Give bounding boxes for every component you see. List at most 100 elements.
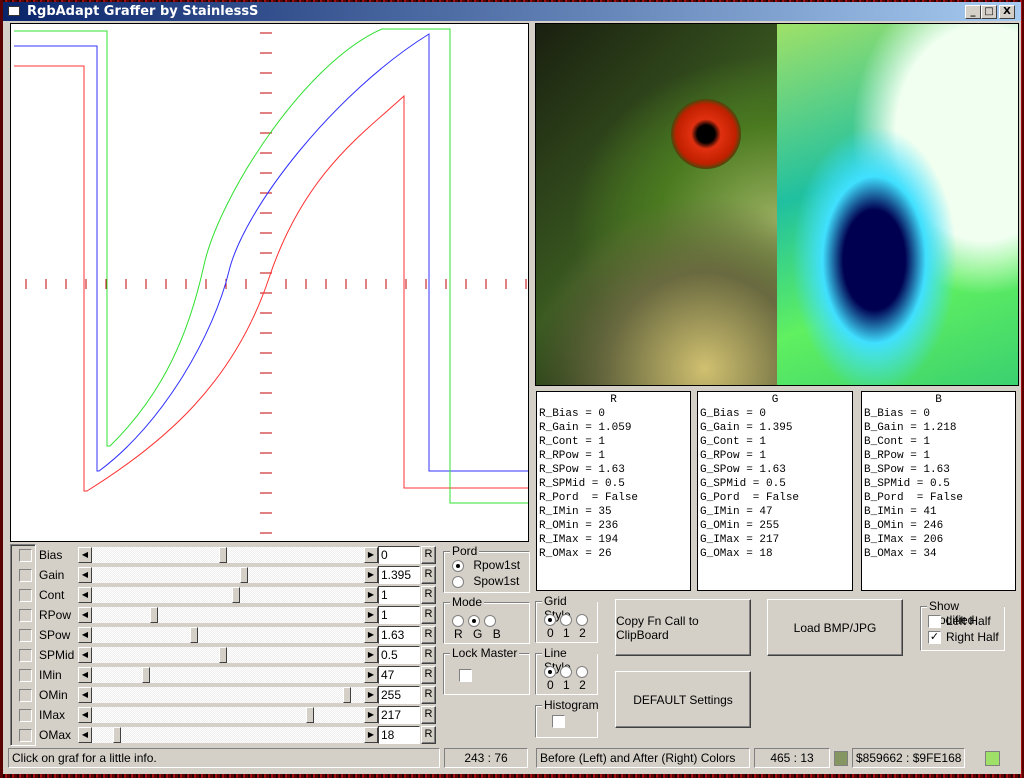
mode-label: G (473, 627, 483, 641)
grid-style-radio-2[interactable] (576, 613, 588, 626)
rpow-slider[interactable]: ◀ ▶ (78, 607, 378, 623)
mode-radio-b[interactable] (484, 614, 496, 627)
scroll-left-arrow-icon[interactable]: ◀ (78, 547, 92, 563)
scroll-left-arrow-icon[interactable]: ◀ (78, 647, 92, 663)
bias-lock-checkbox[interactable] (19, 549, 32, 562)
scroll-right-arrow-icon[interactable]: ▶ (364, 587, 378, 603)
preview-image[interactable] (535, 23, 1019, 386)
imin-lock-checkbox[interactable] (19, 669, 32, 682)
rpow-lock-checkbox[interactable] (19, 609, 32, 622)
omin-lock-checkbox[interactable] (19, 689, 32, 702)
close-button[interactable]: X (999, 5, 1015, 19)
scroll-left-arrow-icon[interactable]: ◀ (78, 627, 92, 643)
cont-slider[interactable]: ◀ ▶ (78, 587, 378, 603)
imax-slider-thumb[interactable] (305, 707, 314, 723)
scroll-left-arrow-icon[interactable]: ◀ (78, 727, 92, 743)
mode-title: Mode (450, 595, 485, 609)
gain-reset-button[interactable]: R (421, 566, 436, 584)
gain-slider-thumb[interactable] (239, 567, 248, 583)
lock-master-checkbox[interactable] (459, 669, 472, 682)
param-line: R_Gain = 1.059 (539, 422, 632, 434)
cont-value-input[interactable]: 1 (378, 586, 420, 604)
spow-value-input[interactable]: 1.63 (378, 626, 420, 644)
bias-value-input[interactable]: 0 (378, 546, 420, 564)
load-image-button[interactable]: Load BMP/JPG (767, 599, 903, 656)
spmid-reset-button[interactable]: R (421, 646, 436, 664)
imax-value-input[interactable]: 217 (378, 706, 420, 724)
imax-lock-checkbox[interactable] (19, 709, 32, 722)
imin-reset-button[interactable]: R (421, 666, 436, 684)
omax-slider-thumb[interactable] (113, 727, 122, 743)
spmid-lock-checkbox[interactable] (19, 649, 32, 662)
pord-radio-spow1st[interactable] (452, 575, 464, 588)
cont-lock-checkbox[interactable] (19, 589, 32, 602)
scroll-right-arrow-icon[interactable]: ▶ (364, 607, 378, 623)
left-half-checkbox[interactable] (928, 615, 941, 628)
spow-slider-thumb[interactable] (189, 627, 198, 643)
scroll-right-arrow-icon[interactable]: ▶ (364, 727, 378, 743)
omin-slider[interactable]: ◀ ▶ (78, 687, 378, 703)
mode-radio-g[interactable] (468, 614, 480, 627)
scroll-left-arrow-icon[interactable]: ◀ (78, 687, 92, 703)
gain-slider[interactable]: ◀ ▶ (78, 567, 378, 583)
right-half-checkbox[interactable]: ✓ (928, 631, 941, 644)
bias-slider-thumb[interactable] (218, 547, 227, 563)
mode-radio-r[interactable] (452, 614, 464, 627)
grid-style-radio-0[interactable] (544, 613, 556, 626)
scroll-left-arrow-icon[interactable]: ◀ (78, 607, 92, 623)
spmid-value-input[interactable]: 0.5 (378, 646, 420, 664)
omax-value-input[interactable]: 18 (378, 726, 420, 744)
scroll-right-arrow-icon[interactable]: ▶ (364, 687, 378, 703)
cont-reset-button[interactable]: R (421, 586, 436, 604)
gain-lock-checkbox[interactable] (19, 569, 32, 582)
scroll-right-arrow-icon[interactable]: ▶ (364, 627, 378, 643)
omax-slider[interactable]: ◀ ▶ (78, 727, 378, 743)
omax-lock-checkbox[interactable] (19, 729, 32, 742)
bias-slider[interactable]: ◀ ▶ (78, 547, 378, 563)
rpow-reset-button[interactable]: R (421, 606, 436, 624)
rpow-slider-thumb[interactable] (150, 607, 159, 623)
omin-value-input[interactable]: 255 (378, 686, 420, 704)
scroll-right-arrow-icon[interactable]: ▶ (364, 647, 378, 663)
gain-value-input[interactable]: 1.395 (378, 566, 420, 584)
spmid-slider-thumb[interactable] (218, 647, 227, 663)
minimize-button[interactable]: _ (965, 5, 981, 19)
imax-reset-button[interactable]: R (421, 706, 436, 724)
scroll-left-arrow-icon[interactable]: ◀ (78, 667, 92, 683)
spow-reset-button[interactable]: R (421, 626, 436, 644)
imax-slider[interactable]: ◀ ▶ (78, 707, 378, 723)
scroll-left-arrow-icon[interactable]: ◀ (78, 567, 92, 583)
imin-slider[interactable]: ◀ ▶ (78, 667, 378, 683)
scroll-left-arrow-icon[interactable]: ◀ (78, 707, 92, 723)
param-line: B_Gain = 1.218 (864, 422, 957, 434)
omax-reset-button[interactable]: R (421, 726, 436, 744)
omin-slider-thumb[interactable] (342, 687, 351, 703)
scroll-right-arrow-icon[interactable]: ▶ (364, 547, 378, 563)
maximize-button[interactable]: □ (981, 5, 997, 19)
spow-label: SPow (39, 628, 71, 642)
omin-reset-button[interactable]: R (421, 686, 436, 704)
grid-style-radio-1[interactable] (560, 613, 572, 626)
copy-fn-call-button[interactable]: Copy Fn Call to ClipBoard (615, 599, 751, 656)
line-style-radio-0[interactable] (544, 665, 556, 678)
cont-slider-thumb[interactable] (231, 587, 240, 603)
spow-lock-checkbox[interactable] (19, 629, 32, 642)
default-settings-button[interactable]: DEFAULT Settings (615, 671, 751, 728)
imin-slider-thumb[interactable] (142, 667, 151, 683)
spmid-slider[interactable]: ◀ ▶ (78, 647, 378, 663)
line-style-radio-1[interactable] (560, 665, 572, 678)
rpow-value-input[interactable]: 1 (378, 606, 420, 624)
scroll-right-arrow-icon[interactable]: ▶ (364, 567, 378, 583)
pord-radio-rpow1st[interactable] (452, 559, 464, 572)
bias-reset-button[interactable]: R (421, 546, 436, 564)
histogram-checkbox[interactable] (552, 715, 565, 728)
slider-row-rpow: RPow ◀ ▶ 1 R (10, 605, 438, 625)
scroll-right-arrow-icon[interactable]: ▶ (364, 707, 378, 723)
scroll-left-arrow-icon[interactable]: ◀ (78, 587, 92, 603)
scroll-right-arrow-icon[interactable]: ▶ (364, 667, 378, 683)
param-line: G_SPMid = 0.5 (700, 478, 786, 490)
imin-value-input[interactable]: 47 (378, 666, 420, 684)
spow-slider[interactable]: ◀ ▶ (78, 627, 378, 643)
line-style-radio-2[interactable] (576, 665, 588, 678)
curve-graph[interactable] (10, 23, 530, 542)
